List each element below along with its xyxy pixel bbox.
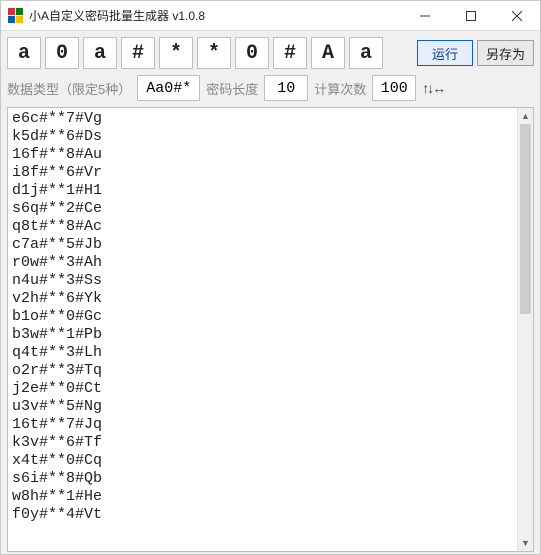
data-type-value[interactable]: Aa0#* [137, 75, 200, 101]
scroll-down-button[interactable]: ▼ [518, 535, 534, 551]
maximize-icon [466, 11, 476, 21]
token-button-2[interactable]: a [83, 37, 117, 69]
data-type-label: 数据类型（限定5种） [7, 79, 131, 98]
count-input[interactable] [372, 75, 416, 101]
maximize-button[interactable] [448, 1, 494, 30]
token-button-0[interactable]: a [7, 37, 41, 69]
output-text[interactable]: e6c#**7#Vg k5d#**6#Ds 16f#**8#Au i8f#**6… [8, 108, 517, 551]
titlebar: 小A自定义密码批量生成器 v1.0.8 [1, 1, 540, 31]
scrollbar[interactable]: ▲ ▼ [517, 108, 533, 551]
token-button-1[interactable]: 0 [45, 37, 79, 69]
saveas-button[interactable]: 另存为 [477, 40, 534, 66]
count-label: 计算次数 [314, 79, 366, 98]
token-button-8[interactable]: A [311, 37, 345, 69]
token-button-5[interactable]: * [197, 37, 231, 69]
sort-arrows-icon[interactable]: ↑↓↔ [422, 80, 444, 96]
token-button-3[interactable]: # [121, 37, 155, 69]
run-button[interactable]: 运行 [417, 40, 473, 66]
window-controls [402, 1, 540, 30]
params-row: 数据类型（限定5种） Aa0#* 密码长度 计算次数 ↑↓↔ [1, 75, 540, 107]
app-window: 小A自定义密码批量生成器 v1.0.8 a 0 a # * * 0 # A a … [0, 0, 541, 555]
close-icon [512, 11, 522, 21]
token-button-6[interactable]: 0 [235, 37, 269, 69]
length-label: 密码长度 [206, 79, 258, 98]
app-icon [7, 8, 23, 24]
minimize-button[interactable] [402, 1, 448, 30]
minimize-icon [420, 11, 430, 21]
length-input[interactable] [264, 75, 308, 101]
token-button-7[interactable]: # [273, 37, 307, 69]
scroll-up-button[interactable]: ▲ [518, 108, 534, 124]
close-button[interactable] [494, 1, 540, 30]
window-title: 小A自定义密码批量生成器 v1.0.8 [29, 7, 402, 24]
output-panel: e6c#**7#Vg k5d#**6#Ds 16f#**8#Au i8f#**6… [7, 107, 534, 552]
token-button-9[interactable]: a [349, 37, 383, 69]
chevron-down-icon: ▼ [521, 538, 530, 548]
scrollbar-thumb[interactable] [520, 124, 531, 314]
token-button-4[interactable]: * [159, 37, 193, 69]
chevron-up-icon: ▲ [521, 111, 530, 121]
scrollbar-track[interactable] [518, 124, 533, 535]
toolbar: a 0 a # * * 0 # A a 运行 另存为 [1, 31, 540, 75]
